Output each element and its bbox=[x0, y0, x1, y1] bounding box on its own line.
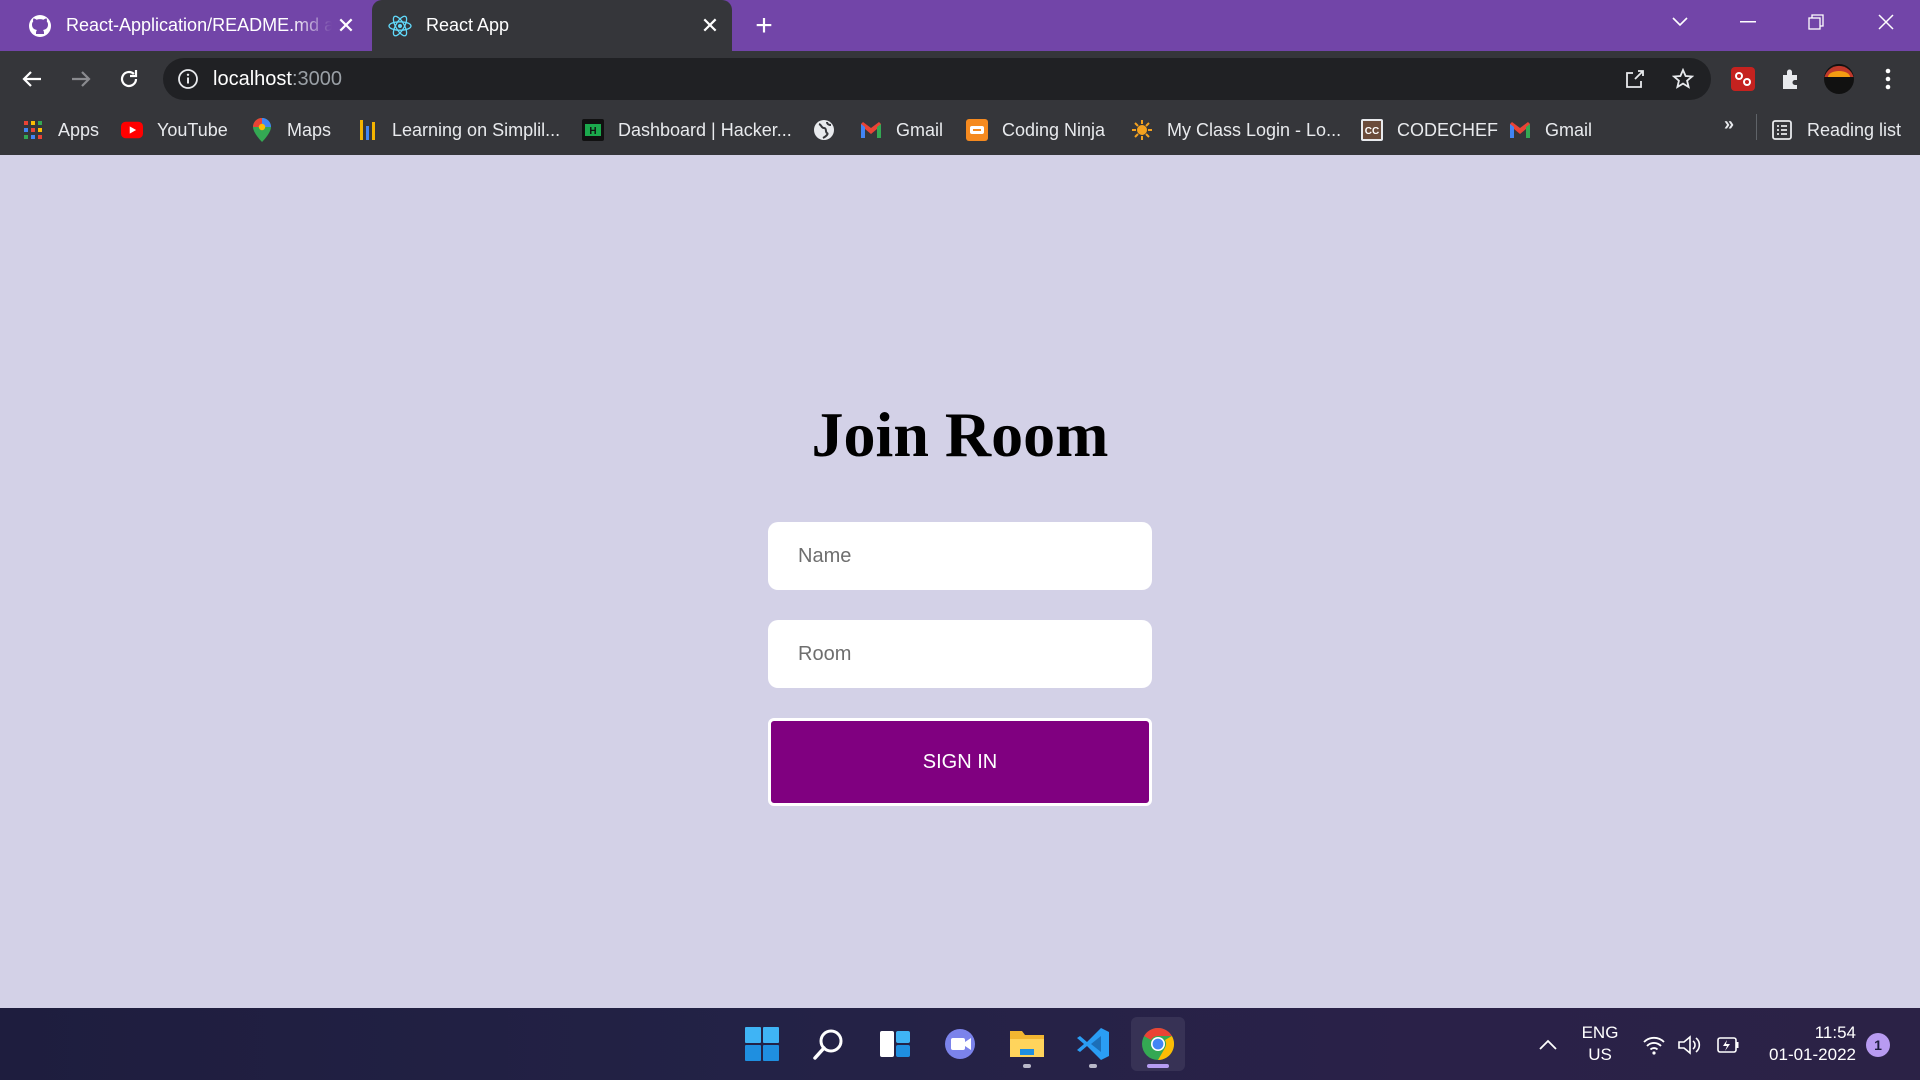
bookmark-simplilearn[interactable]: Learning on Simplil... bbox=[356, 117, 560, 143]
sun-icon bbox=[1131, 119, 1153, 141]
bookmark-maps[interactable]: Maps bbox=[251, 117, 331, 143]
kebab-menu-icon[interactable] bbox=[1872, 63, 1904, 95]
restore-icon[interactable] bbox=[1788, 0, 1844, 44]
page-title: Join Room bbox=[811, 399, 1109, 470]
tab-readme[interactable]: React-Application/README.md at ✕ bbox=[28, 0, 360, 51]
github-icon bbox=[28, 14, 52, 38]
language-code: ENG bbox=[1581, 1023, 1619, 1042]
bookmarks-bar: Apps YouTube Maps Learning on Simplil...… bbox=[0, 107, 1920, 153]
clock-time: 11:54 bbox=[1814, 1023, 1856, 1042]
region-code: US bbox=[1588, 1045, 1612, 1064]
gmail-icon bbox=[1509, 119, 1531, 141]
file-explorer-icon[interactable] bbox=[1000, 1017, 1054, 1071]
active-indicator bbox=[1147, 1064, 1169, 1068]
bookmark-label: YouTube bbox=[157, 119, 228, 140]
sign-in-button[interactable]: SIGN IN bbox=[768, 718, 1152, 806]
extensions-puzzle-icon[interactable] bbox=[1775, 63, 1807, 95]
bookmarks-divider bbox=[1756, 114, 1757, 140]
coding-ninjas-icon bbox=[966, 119, 988, 141]
bookmark-star-icon[interactable] bbox=[1671, 67, 1695, 91]
close-tab-icon[interactable]: ✕ bbox=[696, 12, 724, 40]
bookmark-label: CODECHEF bbox=[1397, 119, 1499, 140]
tab-title: React-Application/README.md at bbox=[66, 15, 332, 35]
language-indicator[interactable]: ENG US bbox=[1578, 1022, 1622, 1066]
tab-react-app[interactable]: React App ✕ bbox=[372, 0, 732, 51]
close-window-icon[interactable] bbox=[1858, 0, 1914, 44]
address-bar[interactable]: localhost:3000 bbox=[163, 58, 1711, 100]
bookmark-youtube[interactable]: YouTube bbox=[121, 117, 228, 143]
youtube-icon bbox=[121, 119, 143, 141]
wifi-icon[interactable] bbox=[1641, 1032, 1667, 1058]
bookmark-label: My Class Login - Lo... bbox=[1167, 119, 1342, 140]
close-tab-icon[interactable]: ✕ bbox=[332, 12, 360, 40]
profile-avatar[interactable] bbox=[1823, 63, 1855, 95]
url-text: localhost:3000 bbox=[213, 68, 342, 91]
reading-list-icon bbox=[1771, 119, 1793, 141]
reload-icon[interactable] bbox=[112, 62, 146, 96]
bookmark-coding-ninja[interactable]: Coding Ninja bbox=[966, 117, 1105, 143]
clock-date: 01-01-2022 bbox=[1769, 1045, 1856, 1064]
react-icon bbox=[388, 14, 412, 38]
widgets-icon[interactable] bbox=[868, 1017, 922, 1071]
bookmark-label: Maps bbox=[287, 119, 332, 140]
simplilearn-icon bbox=[356, 119, 378, 141]
globe-icon bbox=[813, 119, 835, 141]
extension-icon[interactable] bbox=[1727, 63, 1759, 95]
url-port: :3000 bbox=[291, 68, 342, 90]
gmail-icon bbox=[860, 119, 882, 141]
room-input[interactable] bbox=[768, 620, 1152, 688]
bookmark-gmail-1[interactable]: Gmail bbox=[860, 117, 943, 143]
apps-grid-icon bbox=[22, 119, 44, 141]
start-icon[interactable] bbox=[735, 1017, 789, 1071]
search-icon[interactable] bbox=[802, 1017, 856, 1071]
tab-search-icon[interactable] bbox=[1652, 0, 1708, 44]
share-icon[interactable] bbox=[1623, 67, 1647, 91]
back-icon[interactable] bbox=[15, 62, 49, 96]
bookmark-label: Coding Ninja bbox=[1002, 119, 1106, 140]
bookmark-gmail-2[interactable]: Gmail bbox=[1509, 117, 1592, 143]
bookmark-my-class[interactable]: My Class Login - Lo... bbox=[1131, 117, 1341, 143]
notification-badge[interactable]: 1 bbox=[1866, 1033, 1890, 1057]
volume-icon[interactable] bbox=[1677, 1032, 1703, 1058]
minimize-icon[interactable] bbox=[1720, 0, 1776, 44]
reading-list-button[interactable]: Reading list bbox=[1771, 117, 1901, 143]
tab-title: React App bbox=[426, 15, 510, 35]
bookmark-label: Gmail bbox=[1545, 119, 1593, 140]
bookmark-label: Gmail bbox=[896, 119, 944, 140]
bookmark-globe[interactable] bbox=[813, 117, 849, 143]
bookmark-apps[interactable]: Apps bbox=[22, 117, 99, 143]
codechef-icon: CC bbox=[1361, 119, 1383, 141]
reading-list-label: Reading list bbox=[1807, 119, 1902, 140]
vscode-icon[interactable] bbox=[1066, 1017, 1120, 1071]
maps-pin-icon bbox=[251, 118, 273, 142]
url-host: localhost bbox=[213, 68, 292, 90]
teams-chat-icon[interactable] bbox=[934, 1017, 988, 1071]
svg-text:CC: CC bbox=[1365, 126, 1379, 137]
svg-text:H: H bbox=[589, 126, 596, 137]
bookmark-label: Learning on Simplil... bbox=[392, 119, 561, 140]
hackerrank-icon: H bbox=[582, 119, 604, 141]
tab-strip: React-Application/README.md at ✕ React A… bbox=[0, 0, 1920, 51]
site-info-icon[interactable] bbox=[177, 68, 199, 95]
bookmark-label: Apps bbox=[58, 119, 100, 140]
bookmarks-overflow-button[interactable]: » bbox=[1724, 114, 1734, 135]
forward-icon[interactable] bbox=[64, 62, 98, 96]
running-indicator bbox=[1089, 1064, 1097, 1068]
battery-icon[interactable] bbox=[1714, 1032, 1740, 1058]
bookmark-hackerrank[interactable]: H Dashboard | Hacker... bbox=[582, 117, 792, 143]
running-indicator bbox=[1023, 1064, 1031, 1068]
new-tab-button[interactable]: + bbox=[748, 9, 780, 42]
chevron-up-icon[interactable] bbox=[1535, 1032, 1561, 1058]
name-input[interactable] bbox=[768, 522, 1152, 590]
bookmark-label: Dashboard | Hacker... bbox=[618, 119, 792, 140]
clock[interactable]: 11:54 01-01-2022 bbox=[1756, 1022, 1856, 1066]
chrome-icon[interactable] bbox=[1131, 1017, 1185, 1071]
bookmark-codechef[interactable]: CC CODECHEF bbox=[1361, 117, 1498, 143]
